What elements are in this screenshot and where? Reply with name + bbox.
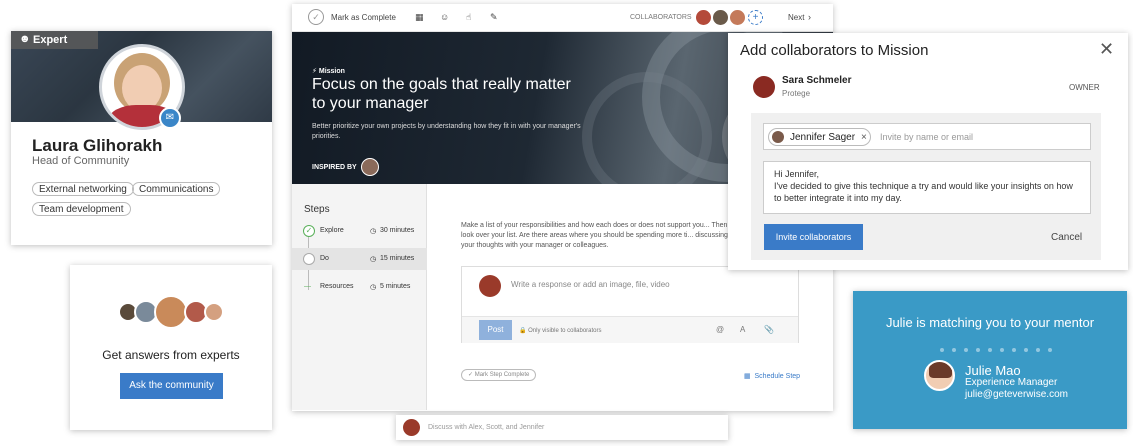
step-resources[interactable]: — Resources ◷ 5 minutes bbox=[292, 276, 427, 298]
expert-badge: ☻ Expert bbox=[11, 31, 98, 49]
inspirer-avatar[interactable] bbox=[361, 158, 379, 176]
profile-role: Head of Community bbox=[32, 155, 130, 167]
post-button[interactable]: Post bbox=[479, 320, 512, 340]
mark-complete-button[interactable]: Mark as Complete bbox=[331, 13, 396, 22]
mentor-role: Experience Manager bbox=[965, 377, 1058, 388]
calendar-icon[interactable]: ▦ bbox=[415, 12, 424, 23]
discussion-input[interactable]: Discuss with Alex, Scott, and Jennifer bbox=[428, 424, 544, 431]
step-explore[interactable]: ✓ Explore ◷ 30 minutes bbox=[292, 220, 427, 242]
tag-external-networking[interactable]: External networking bbox=[32, 182, 134, 196]
remove-chip-icon[interactable]: × bbox=[861, 129, 867, 146]
mentor-email[interactable]: julie@geteverwise.com bbox=[965, 389, 1068, 400]
ask-title: Get answers from experts bbox=[102, 348, 240, 362]
expert-avatar bbox=[204, 302, 224, 322]
expert-badge-label: Expert bbox=[33, 34, 68, 46]
mission-kicker: ⚡ Mission bbox=[312, 68, 345, 75]
cancel-button[interactable]: Cancel bbox=[1051, 232, 1082, 243]
collaborator-avatar[interactable] bbox=[713, 10, 728, 25]
clock-icon: ◷ bbox=[370, 284, 377, 291]
invitee-avatar bbox=[772, 131, 784, 143]
chat-icon[interactable]: ✉ bbox=[159, 107, 181, 129]
mentor-match-card: Julie is matching you to your mentor Jul… bbox=[853, 291, 1127, 429]
modal-title: Add collaborators to Mission bbox=[740, 42, 929, 59]
add-collaborators-modal: Add collaborators to Mission ✕ Sara Schm… bbox=[728, 33, 1128, 270]
add-collaborator-icon[interactable]: + bbox=[748, 10, 763, 25]
mentor-title: Julie is matching you to your mentor bbox=[885, 315, 1095, 330]
person-icon: ☻ bbox=[19, 33, 31, 45]
mission-toolbar: ✓ Mark as Complete ▦ ☺ ☝ ✎ COLLABORATORS… bbox=[292, 4, 833, 32]
attach-icon[interactable]: 📎 bbox=[764, 325, 774, 334]
inspired-by-label: INSPIRED BY bbox=[312, 164, 357, 171]
collaborators-label: COLLABORATORS bbox=[630, 14, 692, 21]
response-input[interactable]: Write a response or add an image, file, … bbox=[511, 280, 670, 289]
check-circle-icon[interactable]: ✓ bbox=[308, 9, 324, 25]
schedule-step-button[interactable]: ▦ Schedule Step bbox=[744, 372, 800, 380]
tag-communications[interactable]: Communications bbox=[132, 182, 221, 196]
discussion-bar[interactable]: Discuss with Alex, Scott, and Jennifer bbox=[396, 415, 728, 440]
invite-collaborators-button[interactable]: Invite collaborators bbox=[764, 224, 863, 250]
clock-icon: ◷ bbox=[370, 256, 377, 263]
profile-name: Laura Glihorakh bbox=[32, 136, 163, 155]
user-avatar bbox=[479, 275, 501, 297]
mentor-name: Julie Mao bbox=[965, 363, 1021, 378]
next-button[interactable]: Next bbox=[788, 13, 804, 22]
collaborator-avatar[interactable] bbox=[696, 10, 711, 25]
visibility-note: 🔒 Only visible to collaborators bbox=[519, 328, 602, 334]
mission-subtitle: Better prioritize your own projects by u… bbox=[312, 123, 581, 140]
add-person-icon[interactable]: ☺ bbox=[440, 12, 449, 22]
clock-icon: ◷ bbox=[370, 228, 377, 235]
close-icon[interactable]: ✕ bbox=[1099, 39, 1114, 60]
expert-profile-card: ☻ Expert ✉ Laura Glihorakh Head of Commu… bbox=[11, 31, 272, 245]
step-do[interactable]: Do ◷ 15 minutes bbox=[292, 248, 427, 270]
expert-avatar bbox=[154, 295, 188, 329]
owner-badge: OWNER bbox=[1069, 83, 1100, 92]
pencil-icon[interactable]: ✎ bbox=[490, 12, 498, 23]
thumbs-up-icon[interactable]: ☝ bbox=[466, 12, 471, 23]
mention-icon[interactable]: @ bbox=[716, 325, 724, 334]
user-avatar bbox=[403, 419, 420, 436]
progress-dots bbox=[940, 339, 1060, 357]
invitee-chip[interactable]: Jennifer Sager × bbox=[768, 128, 871, 146]
owner-name: Sara Schmeler bbox=[782, 75, 852, 86]
owner-role: Protege bbox=[782, 89, 811, 98]
ask-experts-card: Get answers from experts Ask the communi… bbox=[70, 265, 272, 430]
mentor-avatar[interactable] bbox=[924, 360, 955, 391]
mark-step-complete-button[interactable]: ✓ Mark Step Complete bbox=[461, 369, 537, 381]
invite-field[interactable]: Jennifer Sager × Invite by name or email bbox=[763, 123, 1091, 150]
steps-heading: Steps bbox=[304, 204, 330, 215]
composer-footer bbox=[462, 316, 798, 343]
steps-panel: Steps ✓ Explore ◷ 30 minutes Do ◷ 15 min… bbox=[292, 184, 427, 410]
check-icon: ✓ bbox=[303, 225, 315, 237]
ask-community-button[interactable]: Ask the community bbox=[120, 373, 223, 399]
response-composer[interactable]: Write a response or add an image, file, … bbox=[461, 266, 799, 343]
collaborator-avatar[interactable] bbox=[730, 10, 745, 25]
step-dot-icon bbox=[303, 253, 315, 265]
text-format-icon[interactable]: A bbox=[740, 325, 745, 334]
tag-team-development[interactable]: Team development bbox=[32, 202, 131, 216]
chevron-right-icon[interactable]: › bbox=[808, 12, 811, 22]
dash-icon: — bbox=[304, 283, 311, 290]
invite-input[interactable]: Invite by name or email bbox=[880, 132, 973, 142]
invite-message[interactable]: Hi Jennifer, I've decided to give this t… bbox=[763, 161, 1091, 214]
owner-avatar bbox=[753, 76, 775, 98]
mission-title: Focus on the goals that really matter to… bbox=[312, 76, 571, 112]
step-description: Make a list of your responsibilities and… bbox=[461, 222, 728, 249]
